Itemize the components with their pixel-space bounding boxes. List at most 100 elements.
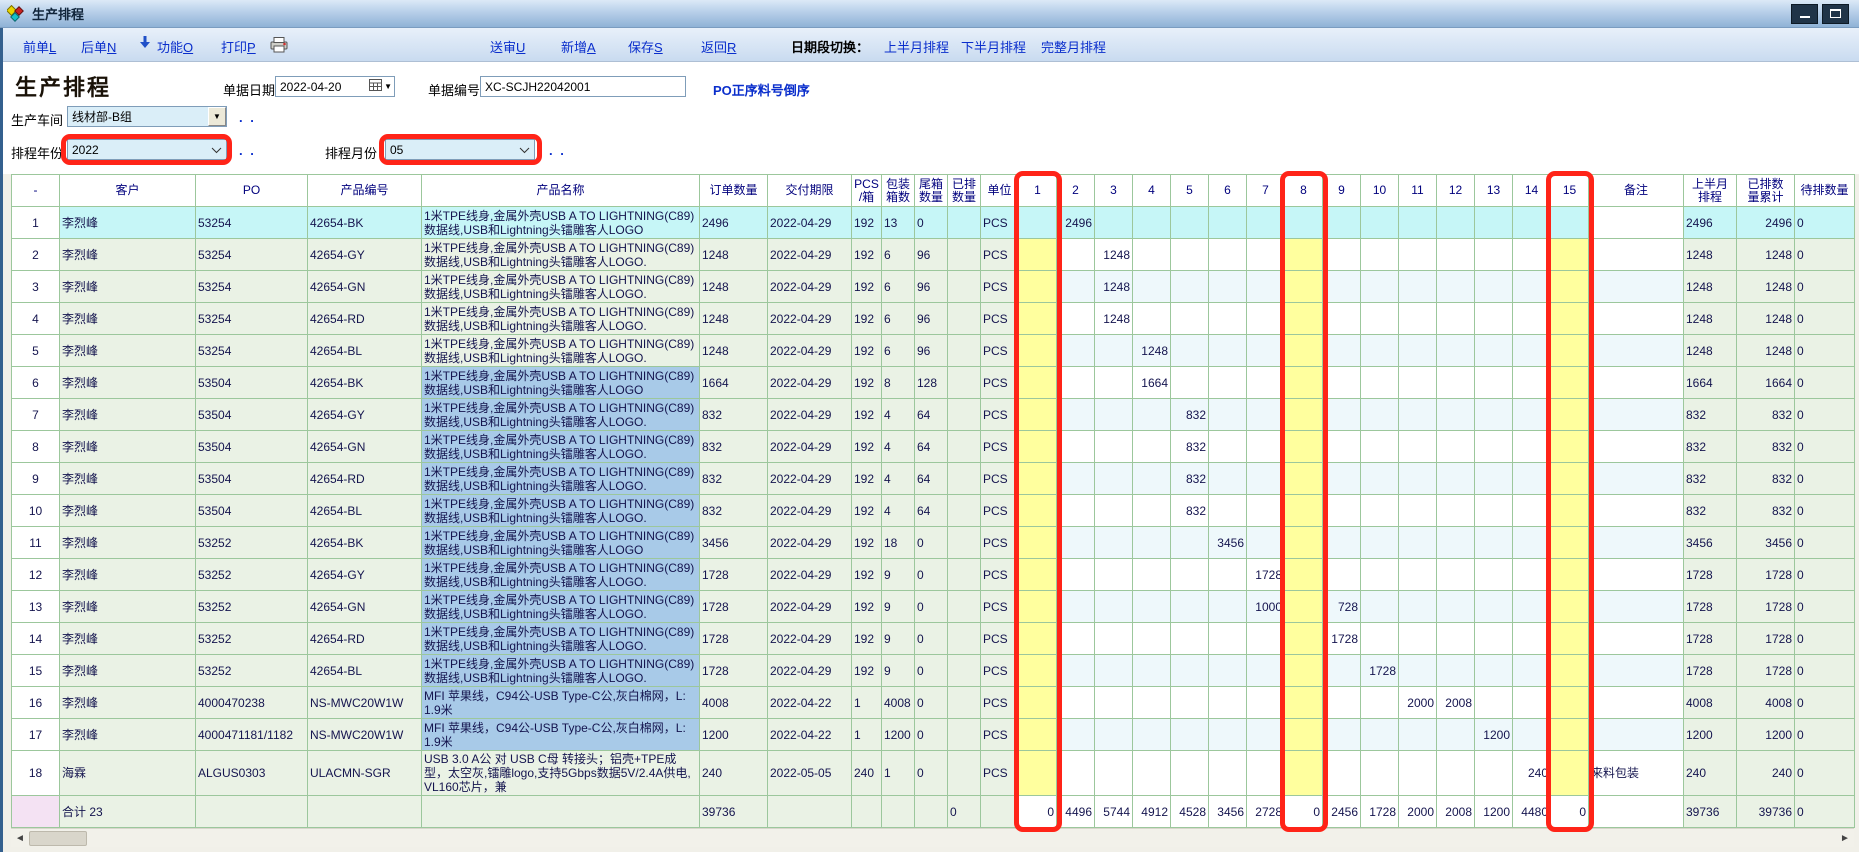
cell-day-5[interactable]: 832: [1171, 431, 1209, 463]
cell-day-8[interactable]: [1285, 463, 1323, 495]
cell-pending-qty[interactable]: 0: [1795, 335, 1855, 367]
cell-day-11[interactable]: [1399, 399, 1437, 431]
cell-day-1[interactable]: [1019, 559, 1057, 591]
cell-part-no[interactable]: 42654-RD: [308, 463, 422, 495]
cell-customer[interactable]: 李烈峰: [60, 495, 196, 527]
printer-icon[interactable]: [269, 36, 289, 56]
cell-first-half-sched[interactable]: 1248: [1684, 335, 1737, 367]
cell-day-11[interactable]: [1399, 623, 1437, 655]
cell-tail-qty[interactable]: 0: [915, 559, 948, 591]
cell-day-2[interactable]: [1057, 335, 1095, 367]
cell-remark[interactable]: [1589, 655, 1684, 687]
cell-unit[interactable]: PCS: [981, 751, 1019, 796]
cell-day-14[interactable]: [1513, 271, 1551, 303]
cell-first-half-sched[interactable]: 832: [1684, 495, 1737, 527]
cell-day-10[interactable]: [1361, 431, 1399, 463]
cell-scheduled-qty[interactable]: [948, 751, 981, 796]
cell-day-2[interactable]: [1057, 719, 1095, 751]
cell-customer[interactable]: 李烈峰: [60, 559, 196, 591]
cell-pack-boxes[interactable]: 6: [882, 335, 915, 367]
cell-part-no[interactable]: 42654-GN: [308, 271, 422, 303]
return-link[interactable]: 返回R: [701, 37, 736, 56]
cell-product-name[interactable]: 1米TPE线身,金属外壳USB A TO LIGHTNING(C89)数据线,U…: [422, 527, 700, 559]
cell-day-6[interactable]: [1209, 335, 1247, 367]
cell-day-14[interactable]: [1513, 495, 1551, 527]
cell-first-half-sched[interactable]: 1248: [1684, 239, 1737, 271]
cell-day-7[interactable]: [1247, 271, 1285, 303]
cell-row-number[interactable]: 6: [12, 367, 60, 399]
cell-day-12[interactable]: [1437, 591, 1475, 623]
cell-pending-qty[interactable]: 0: [1795, 367, 1855, 399]
cell-row-number[interactable]: 14: [12, 623, 60, 655]
cell-pcs-per-box[interactable]: 192: [852, 367, 882, 399]
cell-day-11[interactable]: [1399, 527, 1437, 559]
cell-unit[interactable]: PCS: [981, 719, 1019, 751]
cell-due-date[interactable]: 2022-04-29: [768, 367, 852, 399]
cell-day-4[interactable]: [1133, 559, 1171, 591]
cell-day-14[interactable]: [1513, 719, 1551, 751]
cell-day-9[interactable]: [1323, 655, 1361, 687]
cell-customer[interactable]: 李烈峰: [60, 655, 196, 687]
cell-scheduled-qty[interactable]: [948, 239, 981, 271]
cell-day-10[interactable]: [1361, 239, 1399, 271]
cell-product-name[interactable]: 1米TPE线身,金属外壳USB A TO LIGHTNING(C89)数据线,U…: [422, 591, 700, 623]
full-month-link[interactable]: 完整月排程: [1041, 37, 1106, 56]
cell-pending-qty[interactable]: 0: [1795, 303, 1855, 335]
cell-day-2[interactable]: [1057, 591, 1095, 623]
cell-first-half-sched[interactable]: 2496: [1684, 207, 1737, 239]
cell-day-1[interactable]: [1019, 367, 1057, 399]
cell-part-no[interactable]: ULACMN-SGR: [308, 751, 422, 796]
cell-day-5[interactable]: [1171, 751, 1209, 796]
cell-day-15[interactable]: [1551, 591, 1589, 623]
cell-part-no[interactable]: 42654-BL: [308, 495, 422, 527]
cell-day-7[interactable]: [1247, 399, 1285, 431]
cell-day-15[interactable]: [1551, 271, 1589, 303]
cell-pcs-per-box[interactable]: 1: [852, 687, 882, 719]
cell-day-11[interactable]: [1399, 751, 1437, 796]
cell-first-half-sched[interactable]: 1248: [1684, 271, 1737, 303]
cell-scheduled-qty[interactable]: [948, 527, 981, 559]
cell-day-1[interactable]: [1019, 303, 1057, 335]
cell-customer[interactable]: 李烈峰: [60, 527, 196, 559]
cell-remark[interactable]: [1589, 431, 1684, 463]
cell-day-1[interactable]: [1019, 527, 1057, 559]
cell-due-date[interactable]: 2022-04-29: [768, 527, 852, 559]
cell-po[interactable]: ALGUS0303: [196, 751, 308, 796]
cell-tail-qty[interactable]: 64: [915, 431, 948, 463]
cell-day-12[interactable]: [1437, 719, 1475, 751]
cell-day-1[interactable]: [1019, 335, 1057, 367]
cell-tail-qty[interactable]: 0: [915, 687, 948, 719]
cell-day-7[interactable]: [1247, 463, 1285, 495]
cell-day-1[interactable]: [1019, 399, 1057, 431]
cell-day-4[interactable]: [1133, 655, 1171, 687]
cell-day-15[interactable]: [1551, 399, 1589, 431]
cell-day-5[interactable]: [1171, 271, 1209, 303]
cell-day-14[interactable]: 240: [1513, 751, 1551, 796]
cell-day-1[interactable]: [1019, 623, 1057, 655]
cell-day-11[interactable]: [1399, 655, 1437, 687]
cell-day-14[interactable]: [1513, 335, 1551, 367]
schedule-month-select[interactable]: 05: [385, 139, 535, 160]
cell-day-3[interactable]: [1095, 559, 1133, 591]
cell-day-15[interactable]: [1551, 207, 1589, 239]
cell-day-15[interactable]: [1551, 463, 1589, 495]
cell-scheduled-qty[interactable]: [948, 431, 981, 463]
cell-day-9[interactable]: [1323, 463, 1361, 495]
cell-day-3[interactable]: [1095, 431, 1133, 463]
cell-day-11[interactable]: [1399, 431, 1437, 463]
cell-day-15[interactable]: [1551, 303, 1589, 335]
cell-day-1[interactable]: [1019, 687, 1057, 719]
scroll-left-arrow-icon[interactable]: ◄: [11, 830, 29, 847]
cell-row-number[interactable]: 9: [12, 463, 60, 495]
doc-date-dropdown-arrow-icon[interactable]: ▼: [384, 82, 392, 91]
cell-day-7[interactable]: [1247, 655, 1285, 687]
cell-order-qty[interactable]: 832: [700, 463, 768, 495]
cell-due-date[interactable]: 2022-04-22: [768, 719, 852, 751]
cell-pcs-per-box[interactable]: 192: [852, 463, 882, 495]
cell-day-4[interactable]: [1133, 687, 1171, 719]
prev-doc-link[interactable]: 前单L: [23, 37, 56, 56]
cell-day-3[interactable]: [1095, 591, 1133, 623]
cell-unit[interactable]: PCS: [981, 303, 1019, 335]
cell-day-12[interactable]: [1437, 559, 1475, 591]
cell-day-5[interactable]: [1171, 207, 1209, 239]
